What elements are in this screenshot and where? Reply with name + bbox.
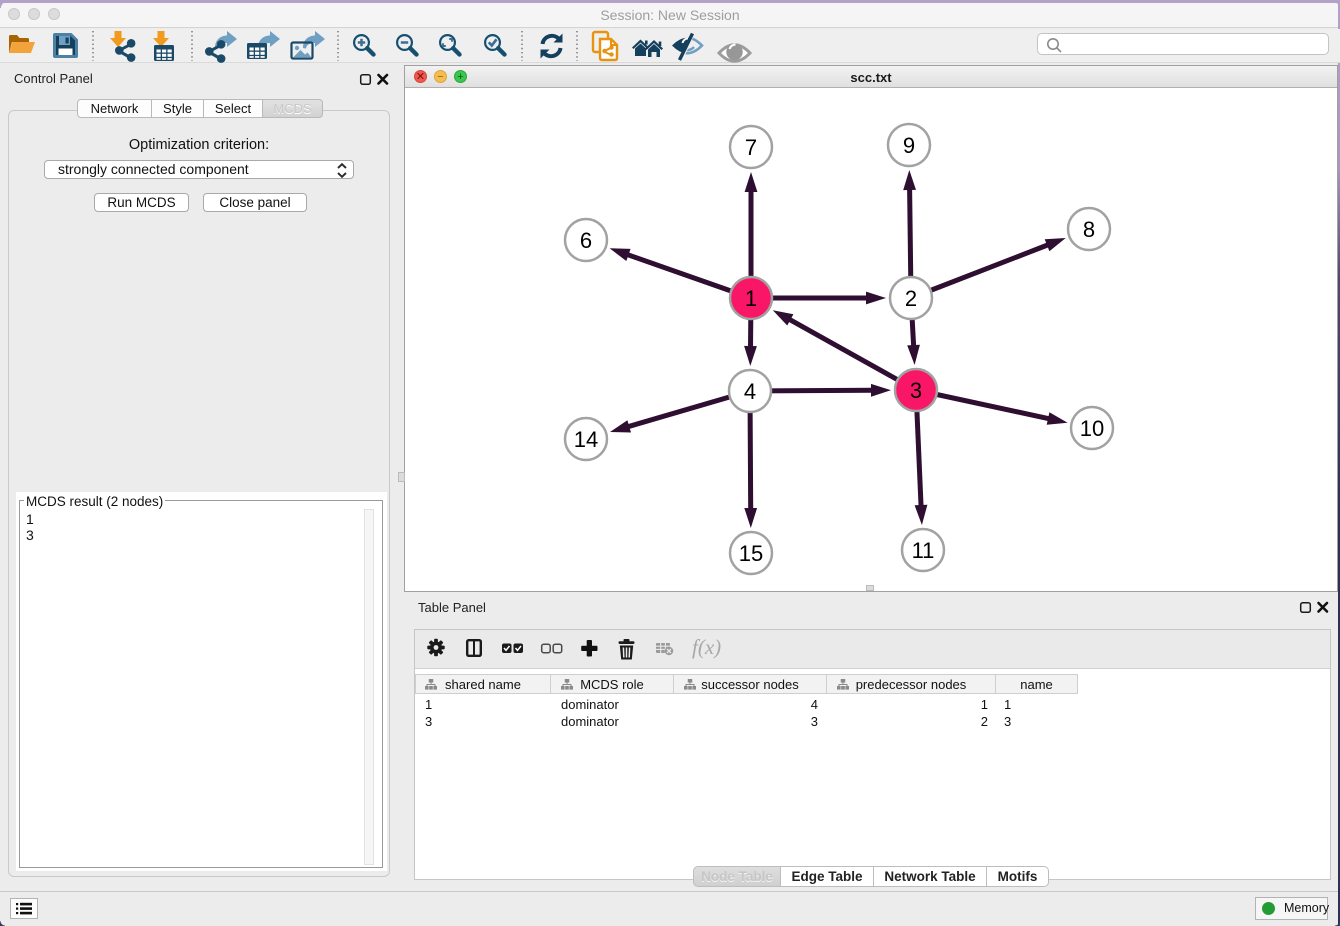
svg-text:9: 9	[903, 133, 915, 158]
svg-text:3: 3	[910, 378, 922, 403]
svg-text:4: 4	[744, 379, 756, 404]
svg-text:10: 10	[1080, 416, 1104, 441]
svg-text:2: 2	[905, 286, 917, 311]
svg-text:14: 14	[574, 427, 598, 452]
svg-text:7: 7	[745, 135, 757, 160]
svg-text:6: 6	[580, 228, 592, 253]
svg-text:1: 1	[745, 286, 757, 311]
svg-text:8: 8	[1083, 217, 1095, 242]
svg-text:11: 11	[912, 538, 935, 563]
svg-text:15: 15	[739, 541, 763, 566]
